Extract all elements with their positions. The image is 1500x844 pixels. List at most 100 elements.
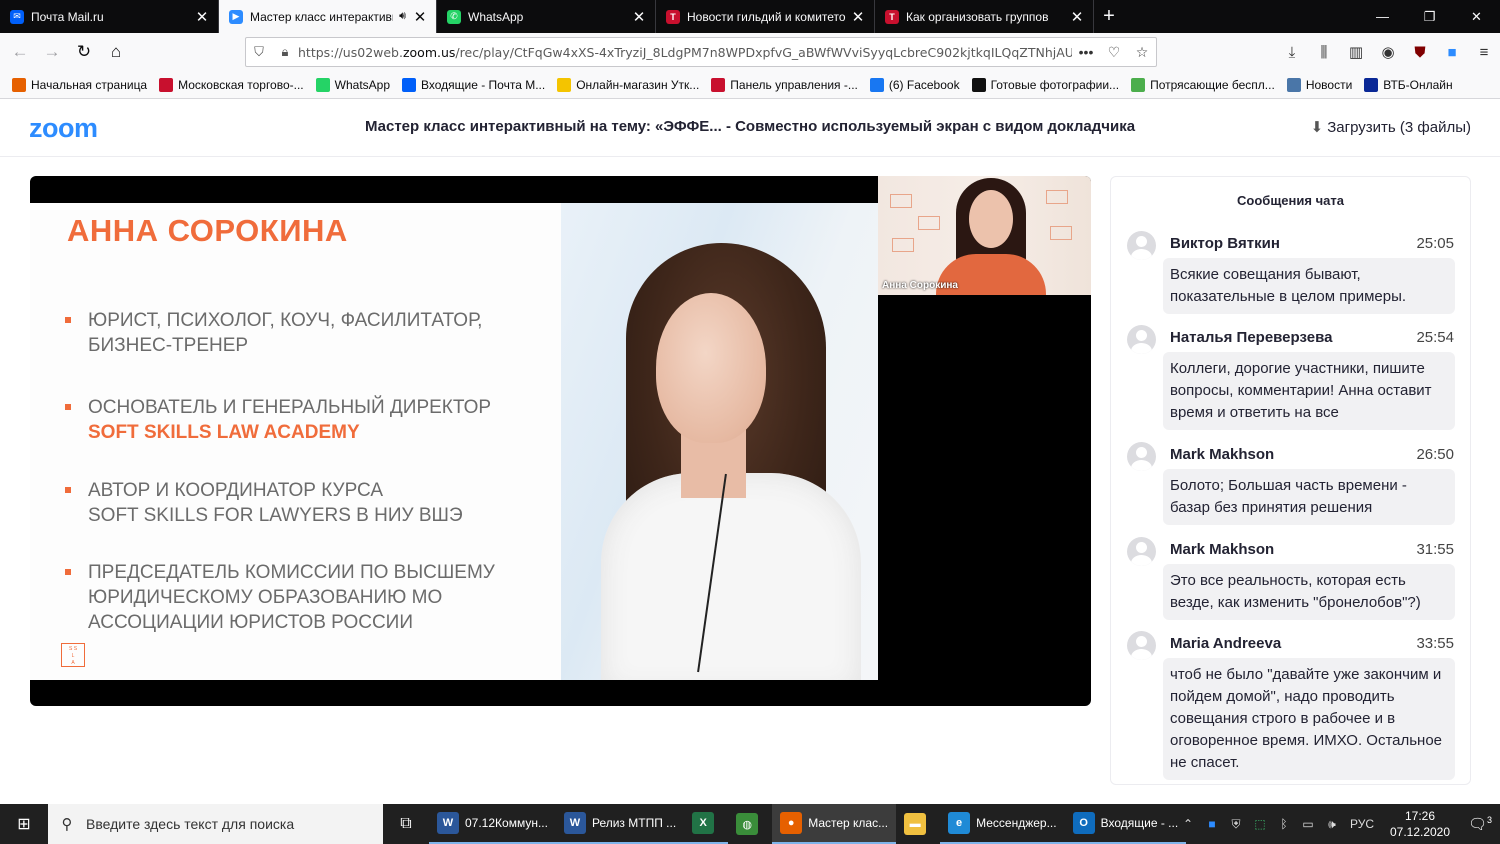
chat-sender: Наталья Переверзева — [1170, 329, 1333, 346]
back-button[interactable]: ← — [4, 36, 36, 68]
stock-icon — [971, 77, 986, 92]
zoom-tray-icon[interactable]: ■ — [1200, 817, 1224, 831]
bookmark-label: Входящие - Почта М... — [421, 77, 546, 92]
ublock-icon[interactable]: ⛊ — [1404, 36, 1436, 68]
window-controls: — ❐ ✕ — [1359, 0, 1500, 33]
taskbar-app[interactable]: W Релиз МТПП ... — [555, 804, 685, 844]
address-bar[interactable]: ⛉ 🔒︎ https://us02web.zoom.us/rec/play/Ct… — [245, 37, 1157, 67]
bookmark-item[interactable]: WhatsApp — [315, 77, 390, 92]
library-icon[interactable]: ⫼ — [1308, 36, 1340, 68]
taskbar-app[interactable]: W 07.12Коммун... — [429, 804, 556, 844]
browser-tab[interactable]: T Как организовать группов ✕ — [875, 0, 1094, 33]
taskbar-app[interactable]: ● Мастер клас... — [772, 804, 897, 844]
lock-icon[interactable]: 🔒︎ — [272, 44, 298, 60]
zoom-icon: ▶ — [229, 9, 243, 24]
tab-title: Новости гильдий и комитето — [687, 9, 846, 24]
page-actions-icon[interactable]: ••• — [1072, 44, 1100, 60]
video-player[interactable]: АННА СОРОКИНА ЮРИСТ, ПСИХОЛОГ, КОУЧ, ФАС… — [30, 176, 1091, 706]
menu-icon[interactable]: ≡ — [1468, 36, 1500, 68]
chevron-up-icon[interactable]: ⌃ — [1176, 817, 1200, 831]
bullet-line: БИЗНЕС-ТРЕНЕР — [88, 335, 249, 356]
taskbar-app[interactable]: X — [684, 804, 729, 844]
speaker-icon[interactable]: 🔊︎ — [399, 10, 406, 23]
taskbar-app-label: Входящие - ... — [1100, 816, 1179, 830]
restore-button[interactable]: ❐ — [1406, 0, 1453, 33]
speaker-name-label: Анна Сорокина — [882, 280, 958, 291]
volume-icon[interactable]: 🕪︎ — [1320, 817, 1344, 832]
security-tray-icon[interactable]: ⛨ — [1224, 817, 1248, 832]
zoom-header: zoom Мастер класс интерактивный на тему:… — [0, 99, 1500, 157]
avatar — [1127, 537, 1156, 566]
avatar — [1127, 442, 1156, 471]
tab-title: Как организовать группов — [906, 9, 1049, 24]
home-button[interactable]: ⌂ — [100, 36, 132, 68]
close-tab-icon[interactable]: ✕ — [412, 8, 428, 26]
bluetooth-icon[interactable]: ᛒ — [1272, 817, 1296, 831]
chat-bubble: чтоб не было "давайте уже закончим и пой… — [1163, 658, 1455, 780]
forward-button[interactable]: → — [36, 36, 68, 68]
chat-panel[interactable]: Сообщения чата Виктор Вяткин 25:05 Всякие … — [1110, 176, 1471, 785]
browser-tab[interactable]: ▶ Мастер класс интерактивн 🔊︎ ✕ — [219, 0, 437, 33]
browser-tab[interactable]: ✆ WhatsApp ✕ — [437, 0, 656, 33]
bookmark-item[interactable]: Начальная страница — [12, 77, 147, 92]
ssla-logo: S SLA — [61, 643, 85, 667]
task-view-icon[interactable]: ⧉ — [383, 815, 429, 833]
clock-date: 07.12.2020 — [1389, 825, 1451, 839]
tpp-icon — [159, 77, 174, 92]
chat-sender: Mark Makhson — [1170, 541, 1275, 558]
taskbar-app[interactable]: e Мессенджер... — [940, 804, 1065, 844]
browser-tab[interactable]: ✉ Почта Mail.ru ✕ — [0, 0, 219, 33]
word-icon: W — [563, 812, 586, 834]
pocket-icon[interactable]: ♡ — [1100, 44, 1128, 61]
start-button[interactable]: ⊞ — [0, 804, 48, 844]
sidebar-icon[interactable]: ▥ — [1340, 36, 1372, 68]
utkonos-icon — [557, 77, 572, 92]
taskbar-app[interactable]: ▬ — [896, 804, 940, 844]
avatar — [1127, 231, 1156, 260]
zoom-extension-icon[interactable]: ■ — [1436, 36, 1468, 68]
bookmark-star-icon[interactable]: ☆ — [1128, 44, 1156, 61]
chat-time: 25:05 — [1416, 235, 1454, 252]
bookmark-item[interactable]: Потрясающие беспл... — [1131, 77, 1275, 92]
notification-center-icon[interactable]: 🗨︎3 — [1460, 815, 1500, 833]
bullet-line: SOFT SKILLS FOR LAWYERS В НИУ ВШЭ — [88, 505, 463, 526]
close-window-button[interactable]: ✕ — [1453, 0, 1500, 33]
downloads-icon[interactable]: ⤓ — [1276, 36, 1308, 68]
bookmark-item[interactable]: Панель управления -... — [711, 77, 858, 92]
explorer-icon: ▬ — [904, 813, 927, 835]
reload-button[interactable]: ↻ — [68, 36, 100, 68]
taskbar-app[interactable]: O Входящие - ... — [1064, 804, 1187, 844]
browser-tab[interactable]: T Новости гильдий и комитето ✕ — [656, 0, 875, 33]
download-icon: ⬇ — [1310, 119, 1324, 136]
bookmark-item[interactable]: Новости — [1286, 77, 1352, 92]
bookmark-item[interactable]: Готовые фотографии... — [971, 77, 1119, 92]
pixabay-icon — [1131, 77, 1146, 92]
shield-icon[interactable]: ⛉ — [246, 44, 272, 60]
taskbar-search[interactable]: ⚲ Введите здесь текст для поиска — [48, 804, 383, 844]
download-button[interactable]: ⬇ Загрузить (3 файлы) — [1310, 118, 1471, 137]
globe-icon: ◍ — [736, 813, 759, 835]
close-tab-icon[interactable]: ✕ — [1069, 8, 1085, 26]
bookmark-item[interactable]: Входящие - Почта М... — [402, 77, 546, 92]
close-tab-icon[interactable]: ✕ — [194, 8, 210, 26]
kaspersky-tray-icon[interactable]: ⬚ — [1248, 817, 1272, 831]
close-tab-icon[interactable]: ✕ — [850, 8, 866, 26]
bookmark-item[interactable]: ВТБ-Онлайн — [1364, 77, 1453, 92]
new-tab-button[interactable]: + — [1094, 0, 1124, 33]
network-icon[interactable]: ▭ — [1296, 817, 1320, 831]
language-indicator[interactable]: РУС — [1344, 817, 1380, 831]
bookmark-item[interactable]: Онлайн-магазин Утк... — [557, 77, 700, 92]
bookmark-label: Онлайн-магазин Утк... — [576, 77, 700, 92]
bookmark-item[interactable]: (6) Facebook — [869, 77, 960, 92]
bookmark-label: Панель управления -... — [730, 77, 858, 92]
vk-icon — [1286, 77, 1301, 92]
slide-bullet: АВТОР И КООРДИНАТОР КУРСА SOFT SKILLS FOR… — [65, 478, 495, 528]
clock[interactable]: 17:26 07.12.2020 — [1380, 808, 1460, 840]
close-tab-icon[interactable]: ✕ — [631, 8, 647, 26]
bookmark-item[interactable]: Московская торгово-... — [159, 77, 304, 92]
minimize-button[interactable]: — — [1359, 0, 1406, 33]
url-text[interactable]: https://us02web.zoom.us/rec/play/CtFqGw4… — [298, 45, 1072, 60]
account-icon[interactable]: ◉ — [1372, 36, 1404, 68]
taskbar-app[interactable]: ◍ — [728, 804, 772, 844]
clock-time: 17:26 — [1404, 809, 1436, 823]
